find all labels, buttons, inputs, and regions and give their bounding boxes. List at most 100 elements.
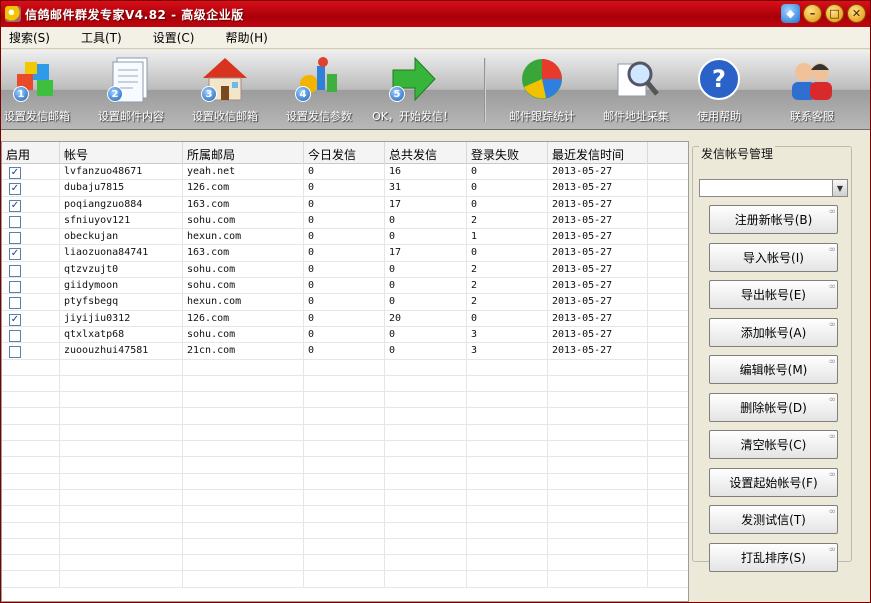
- column-account-header[interactable]: 帐号: [60, 142, 183, 164]
- empty-cell: [304, 424, 385, 442]
- empty-cell: [2, 489, 60, 507]
- toolbar-button-8[interactable]: 联系客服: [762, 54, 862, 128]
- maximize-button[interactable]: □: [825, 4, 844, 23]
- paperclip-icon: ∞: [828, 282, 837, 292]
- menu-item-1[interactable]: 工具(T): [79, 29, 133, 46]
- toolbar-button-3[interactable]: 4 设置发信参数: [269, 54, 369, 128]
- enabled-cell: [2, 229, 60, 246]
- empty-cell: [385, 506, 467, 523]
- chevron-down-icon[interactable]: ▼: [832, 180, 847, 196]
- empty-cell: [648, 539, 688, 555]
- empty-cell: [467, 359, 548, 376]
- table-row[interactable]: giidymoon sohu.com 0 0 2 2013-05-27: [2, 278, 688, 295]
- table-row[interactable]: ✓ dubaju7815 126.com 0 31 0 2013-05-27: [2, 180, 688, 197]
- table-row[interactable]: ✓ poqiangzuo884 163.com 0 17 0 2013-05-27: [2, 196, 688, 213]
- minimize-button[interactable]: –: [803, 4, 822, 23]
- table-row[interactable]: obeckujan hexun.com 0 0 1 2013-05-27: [2, 229, 688, 246]
- close-button[interactable]: ✕: [847, 4, 866, 23]
- column-total-sent-cell: 0: [385, 212, 467, 230]
- side-button-5[interactable]: 删除帐号(D) ∞: [709, 392, 838, 422]
- filler-cell: [648, 343, 688, 359]
- menu-item-2[interactable]: 设置(C): [151, 29, 206, 46]
- enabled-checkbox[interactable]: [9, 297, 21, 310]
- table-row[interactable]: ptyfsbegq hexun.com 0 0 2 2013-05-27: [2, 294, 688, 311]
- side-button-7[interactable]: 设置起始帐号(F) ∞: [709, 467, 838, 497]
- menu-item-0[interactable]: 搜索(S): [7, 29, 61, 46]
- enabled-checkbox[interactable]: [9, 215, 21, 228]
- column-account-cell: lvfanzuo48671: [60, 164, 183, 181]
- table-header: 启用 帐号 所属邮局 今日发信 总共发信 登录失败 最近发信时间: [2, 142, 688, 164]
- title-bar[interactable]: 信鸽邮件群发专家V4.82 - 高级企业版 ◆ – □ ✕: [1, 1, 870, 27]
- enabled-checkbox[interactable]: ✓: [9, 199, 21, 212]
- column-domain-cell: sohu.com: [183, 261, 304, 279]
- toolbar-button-5[interactable]: 邮件跟踪统计: [492, 54, 592, 128]
- table-row[interactable]: zuoouzhui47581 21cn.com 0 0 3 2013-05-27: [2, 343, 688, 360]
- toolbar-button-0[interactable]: 1 设置发信邮箱: [0, 54, 87, 128]
- empty-cell: [2, 375, 60, 393]
- window-controls: ◆ – □ ✕: [781, 4, 866, 23]
- side-button-4[interactable]: 编辑帐号(M) ∞: [709, 355, 838, 384]
- empty-cell: [648, 555, 688, 571]
- toolbar-button-7[interactable]: ? 使用帮助: [669, 54, 769, 128]
- table-row[interactable]: ✓ liaozuona84741 163.com 0 17 0 2013-05-27: [2, 245, 688, 262]
- account-combo[interactable]: ▼: [699, 179, 848, 197]
- column-domain-header[interactable]: 所属邮局: [183, 142, 304, 164]
- side-button-3[interactable]: 添加帐号(A) ∞: [709, 317, 838, 347]
- empty-cell: [304, 555, 385, 572]
- column-login-fail-cell: 2: [467, 294, 548, 311]
- empty-cell: [304, 441, 385, 458]
- enabled-cell: [2, 212, 60, 230]
- paperclip-icon: ∞: [828, 394, 837, 405]
- toolbar-button-4[interactable]: 5 OK，开始发信！: [363, 54, 463, 128]
- skin-icon[interactable]: ◆: [781, 4, 800, 23]
- side-button-8[interactable]: 发测试信(T) ∞: [709, 505, 838, 534]
- column-today-sent-header[interactable]: 今日发信: [304, 142, 385, 164]
- column-total-sent-header[interactable]: 总共发信: [385, 142, 467, 164]
- document-icon: 2: [105, 54, 157, 104]
- enabled-checkbox[interactable]: [9, 281, 21, 294]
- table-row[interactable]: qtzvzujt0 sohu.com 0 0 2 2013-05-27: [2, 261, 688, 279]
- table-row[interactable]: sfniuyov121 sohu.com 0 0 2 2013-05-27: [2, 212, 688, 230]
- side-button-2[interactable]: 导出帐号(E) ∞: [709, 280, 838, 309]
- column-account-cell: giidymoon: [60, 278, 183, 295]
- table-row[interactable]: ✓ jiyijiu0312 126.com 0 20 0 2013-05-27: [2, 310, 688, 327]
- enabled-checkbox[interactable]: [9, 232, 21, 245]
- enabled-checkbox[interactable]: ✓: [9, 248, 21, 261]
- empty-cell: [2, 538, 60, 556]
- empty-cell: [467, 522, 548, 539]
- side-button-6[interactable]: 清空帐号(C) ∞: [709, 430, 838, 459]
- enabled-checkbox[interactable]: ✓: [9, 313, 21, 326]
- column-last-sent-header[interactable]: 最近发信时间: [548, 142, 648, 164]
- toolbar-button-1[interactable]: 2 设置邮件内容: [81, 54, 181, 128]
- side-button-1[interactable]: 导入帐号(I) ∞: [709, 242, 838, 272]
- side-button-9[interactable]: 打乱排序(S) ∞: [709, 542, 838, 572]
- toolbar-button-label: 联系客服: [790, 110, 834, 123]
- side-button-0[interactable]: 注册新帐号(B) ∞: [709, 205, 838, 234]
- empty-cell: [183, 489, 304, 507]
- empty-table-row: [2, 375, 688, 393]
- table-row[interactable]: ✓ lvfanzuo48671 yeah.net 0 16 0 2013-05-27: [2, 164, 688, 181]
- column-login-fail-cell: 3: [467, 343, 548, 360]
- column-login-fail-header[interactable]: 登录失败: [467, 142, 548, 164]
- menu-item-3[interactable]: 帮助(H): [223, 29, 278, 46]
- empty-table-row: [2, 457, 688, 474]
- empty-table-row: [2, 506, 688, 523]
- enabled-checkbox[interactable]: [9, 346, 21, 359]
- empty-cell: [467, 489, 548, 507]
- enabled-checkbox[interactable]: [9, 264, 21, 277]
- toolbar-button-2[interactable]: 3 设置收信邮箱: [175, 54, 275, 128]
- empty-cell: [467, 441, 548, 458]
- enabled-checkbox[interactable]: ✓: [9, 167, 21, 179]
- column-enabled-header[interactable]: 启用: [2, 142, 60, 164]
- empty-cell: [60, 571, 183, 588]
- account-table[interactable]: 启用 帐号 所属邮局 今日发信 总共发信 登录失败 最近发信时间 ✓ lvfanzuo4867…: [1, 141, 689, 602]
- table-row[interactable]: qtxlxatp68 sohu.com 0 0 3 2013-05-27: [2, 326, 688, 344]
- column-today-sent-cell: 0: [304, 196, 385, 213]
- empty-cell: [548, 408, 648, 425]
- empty-cell: [648, 392, 688, 408]
- column-domain-cell: 21cn.com: [183, 343, 304, 360]
- column-total-sent-cell: 16: [385, 164, 467, 181]
- enabled-checkbox[interactable]: ✓: [9, 183, 21, 196]
- column-filler-header: [648, 142, 688, 164]
- enabled-checkbox[interactable]: [9, 329, 21, 342]
